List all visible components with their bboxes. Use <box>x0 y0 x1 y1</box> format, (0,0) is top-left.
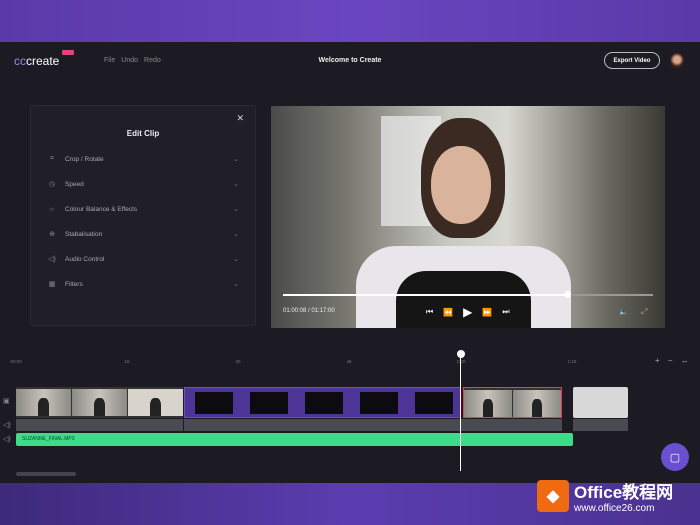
clip-audio <box>573 419 628 431</box>
timeline-scrollbar[interactable] <box>16 472 76 476</box>
playback-controls: ⏮ ⏪ ▶ ⏩ ⏭ <box>426 305 510 319</box>
app-header: cccreate File Undo Redo Welcome to Creat… <box>0 42 700 80</box>
clip-audio <box>16 419 183 431</box>
chevron-down-icon: ⌄ <box>233 281 239 288</box>
option-filters[interactable]: ▦ Filters ⌄ <box>47 277 239 291</box>
person-top <box>396 271 531 328</box>
option-crop-rotate[interactable]: ⌗ Crop / Rotate ⌄ <box>47 152 239 166</box>
clip-audio <box>184 419 562 431</box>
person-face <box>431 146 491 224</box>
watermark: ◆ Office教程网 www.office26.com <box>537 478 673 514</box>
edit-clip-panel: ✕ Edit Clip ⌗ Crop / Rotate ⌄ ◷ Speed ⌄ ☼ Col… <box>30 105 256 326</box>
chevron-down-icon: ⌄ <box>233 206 239 213</box>
page-title: Welcome to Create <box>318 57 382 64</box>
close-icon[interactable]: ✕ <box>236 113 244 124</box>
skip-end-icon[interactable]: ⏭ <box>502 307 509 317</box>
video-preview[interactable]: 01:00:08 / 01:17:00 ⏮ ⏪ ▶ ⏩ ⏭ 🔈 ⤢ <box>271 106 665 328</box>
seek-bar[interactable] <box>283 294 653 296</box>
play-icon[interactable]: ▶ <box>463 305 472 319</box>
video-clip-selected[interactable] <box>184 387 461 418</box>
option-colour-balance[interactable]: ☼ Colour Balance & Effects ⌄ <box>47 202 239 216</box>
watermark-logo: ◆ <box>537 480 569 512</box>
chevron-down-icon: ⌄ <box>233 256 239 263</box>
tick-label: 30 <box>235 359 241 364</box>
video-clip[interactable] <box>463 387 562 418</box>
chevron-down-icon: ⌄ <box>233 181 239 188</box>
beta-badge <box>62 50 74 55</box>
option-audio-control[interactable]: ◁) Audio Control ⌄ <box>47 252 239 266</box>
colour-icon: ☼ <box>48 205 56 213</box>
skip-start-icon[interactable]: ⏮ <box>426 307 433 317</box>
chevron-down-icon: ⌄ <box>233 231 239 238</box>
export-video-button[interactable]: Export Video <box>604 52 660 69</box>
tick-label: 1:00 <box>451 359 471 364</box>
video-track-icon: ▣ <box>3 398 10 405</box>
timeline-zoom-controls[interactable]: + − ↔ <box>655 356 692 365</box>
stabalisation-icon: ⊕ <box>49 231 55 238</box>
playhead[interactable] <box>460 353 461 471</box>
chevron-down-icon: ⌄ <box>233 156 239 163</box>
chat-button[interactable]: ▢ <box>661 443 689 471</box>
playhead-handle[interactable] <box>457 350 465 358</box>
timeline-ruler[interactable]: 00:00 15 30 45 1:00 1:15 <box>0 353 700 367</box>
audio-icon: ◁) <box>48 256 56 263</box>
rewind-icon[interactable]: ⏪ <box>443 308 453 317</box>
tick-label: 00:00 <box>10 359 22 364</box>
fullscreen-icon[interactable]: ⤢ <box>641 307 647 317</box>
option-speed[interactable]: ◷ Speed ⌄ <box>47 177 239 191</box>
option-stabalisation[interactable]: ⊕ Stabalisation ⌄ <box>47 227 239 241</box>
fast-forward-icon[interactable]: ⏩ <box>482 308 492 317</box>
volume-icon[interactable]: 🔈 <box>619 308 628 316</box>
time-display: 01:00:08 / 01:17:00 <box>283 308 335 314</box>
video-clip[interactable] <box>573 387 628 418</box>
filters-icon: ▦ <box>48 281 56 288</box>
tick-label: 45 <box>346 359 352 364</box>
tick-label: 15 <box>124 359 130 364</box>
top-background <box>0 0 700 42</box>
video-clip[interactable] <box>16 387 183 418</box>
crop-icon: ⌗ <box>50 155 54 162</box>
speaker-icon: ◁) <box>3 422 11 429</box>
speed-icon: ◷ <box>48 181 56 188</box>
speaker-icon: ◁) <box>3 436 11 443</box>
panel-title: Edit Clip <box>126 129 160 138</box>
tick-label: 1:15 <box>567 359 577 364</box>
avatar[interactable] <box>670 53 684 68</box>
music-track[interactable]: SUZANNE_FINAL.MP3 <box>16 433 573 446</box>
